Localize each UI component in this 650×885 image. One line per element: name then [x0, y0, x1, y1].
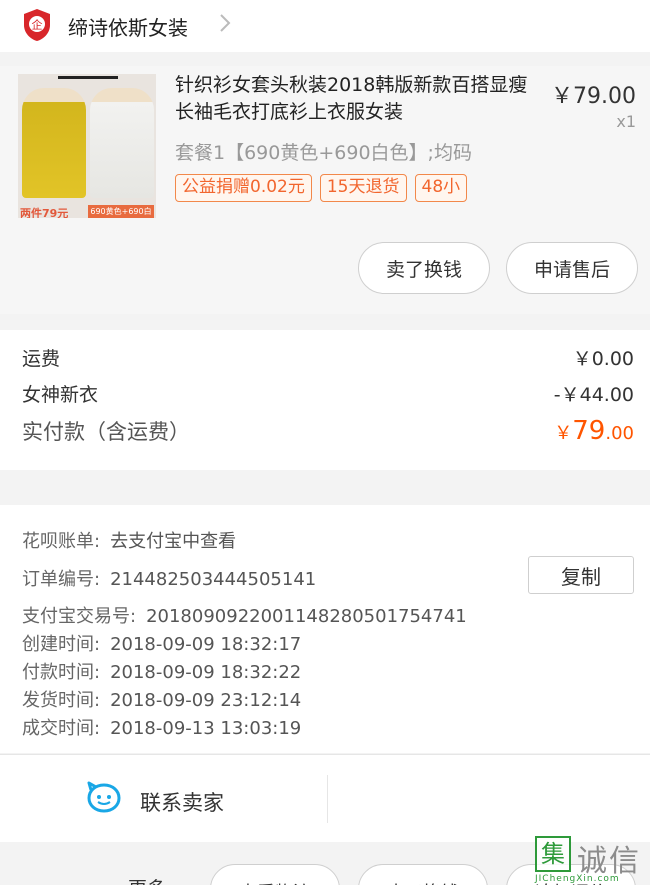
watermark: 集 诚信 JIChengXin.com [533, 834, 649, 885]
product-tags: 公益捐赠0.02元 15天退货 48小 [175, 174, 468, 202]
paid-label: 实付款（含运费） [22, 420, 190, 444]
shipped-label: 发货时间: [22, 690, 101, 711]
closed-line: 成交时间: 2018-09-13 13:03:19 [22, 714, 301, 740]
contact-seller-label[interactable]: 联系卖家 [140, 787, 224, 817]
watermark-sub: JIChengXin.com [535, 874, 620, 884]
thumbnail-white-garment [90, 88, 154, 198]
thumbnail-caption-left: 两件79元 [20, 207, 69, 218]
paid-row: 实付款（含运费） ￥79.00 [22, 416, 634, 446]
thumbnail-bar [58, 76, 118, 79]
watermark-box: 集 [535, 836, 571, 872]
order-number-line: 订单编号: 214482503444505141 [22, 565, 316, 591]
paid-decimal: .00 [605, 423, 634, 444]
paid-value: ￥79.00 [554, 416, 634, 446]
product-title[interactable]: 针织衫女套头秋装2018韩版新款百搭显瘦长袖毛衣打底衫上衣服女装 [175, 72, 537, 126]
tag-return: 15天退货 [319, 174, 407, 202]
more-button[interactable]: 更多 [128, 874, 166, 885]
shipping-value: ￥0.00 [572, 348, 634, 370]
alipay-value: 2018090922001148280501754741 [146, 606, 467, 627]
alipay-line: 支付宝交易号: 2018090922001148280501754741 [22, 602, 467, 628]
shipping-row: 运费 ￥0.00 [22, 344, 634, 371]
chat-bubble-icon[interactable] [86, 781, 122, 815]
tag-charity: 公益捐赠0.02元 [175, 174, 312, 202]
paid-time-line: 付款时间: 2018-09-09 18:32:22 [22, 658, 301, 684]
chevron-right-icon [220, 14, 231, 32]
contact-bar: 联系卖家 [0, 754, 650, 842]
order-number-value: 214482503444505141 [110, 569, 317, 590]
tag-shipping: 48小 [414, 174, 468, 202]
shop-shield-icon: 企 [24, 9, 50, 41]
shipping-label: 运费 [22, 348, 61, 370]
sell-for-cash-bottom-button[interactable]: 卖了换钱 [358, 864, 488, 885]
coupon-row: 女神新衣 -￥44.00 [22, 380, 634, 407]
alipay-label: 支付宝交易号: [22, 606, 137, 627]
product-sku: 套餐1【690黄色+690白色】;均码 [175, 142, 472, 164]
thumbnail-caption-right: 690黄色+690白色 [88, 205, 154, 218]
product-price: ￥79.00 [551, 84, 636, 109]
huabei-line[interactable]: 花呗账单: 去支付宝中查看 [22, 527, 236, 553]
paid-time-value: 2018-09-09 18:32:22 [110, 662, 302, 683]
huabei-label: 花呗账单: [22, 531, 101, 552]
thumbnail-yellow-garment [22, 88, 86, 198]
closed-value: 2018-09-13 13:03:19 [110, 718, 302, 739]
paid-time-label: 付款时间: [22, 662, 101, 683]
contact-divider [327, 775, 328, 823]
shipped-value: 2018-09-09 23:12:14 [110, 690, 302, 711]
shop-header[interactable]: 企 缔诗依斯女装 [0, 0, 650, 52]
created-label: 创建时间: [22, 634, 101, 655]
shop-name[interactable]: 缔诗依斯女装 [68, 12, 188, 41]
svg-text:企: 企 [32, 18, 43, 32]
coupon-label: 女神新衣 [22, 384, 99, 406]
closed-label: 成交时间: [22, 718, 101, 739]
product-thumbnail[interactable]: 两件79元 690黄色+690白色 [18, 74, 156, 218]
coupon-value: -￥44.00 [553, 384, 634, 406]
order-info: 花呗账单: 去支付宝中查看 订单编号: 214482503444505141 复制 … [0, 505, 650, 753]
order-number-label: 订单编号: [22, 569, 101, 590]
created-value: 2018-09-09 18:32:17 [110, 634, 302, 655]
after-sale-button[interactable]: 申请售后 [506, 242, 638, 294]
huabei-value[interactable]: 去支付宝中查看 [110, 531, 236, 552]
created-line: 创建时间: 2018-09-09 18:32:17 [22, 630, 301, 656]
shipped-line: 发货时间: 2018-09-09 23:12:14 [22, 686, 301, 712]
copy-button[interactable]: 复制 [528, 556, 634, 594]
cost-summary: 运费 ￥0.00 女神新衣 -￥44.00 实付款（含运费） ￥79.00 [0, 330, 650, 470]
product-card[interactable]: 两件79元 690黄色+690白色 针织衫女套头秋装2018韩版新款百搭显瘦长袖… [0, 66, 650, 314]
view-logistics-button[interactable]: 查看物流 [210, 864, 340, 885]
paid-currency: ￥ [554, 423, 573, 444]
paid-integer: 79 [572, 416, 606, 446]
sell-for-cash-button[interactable]: 卖了换钱 [358, 242, 490, 294]
product-quantity: x1 [616, 112, 636, 131]
